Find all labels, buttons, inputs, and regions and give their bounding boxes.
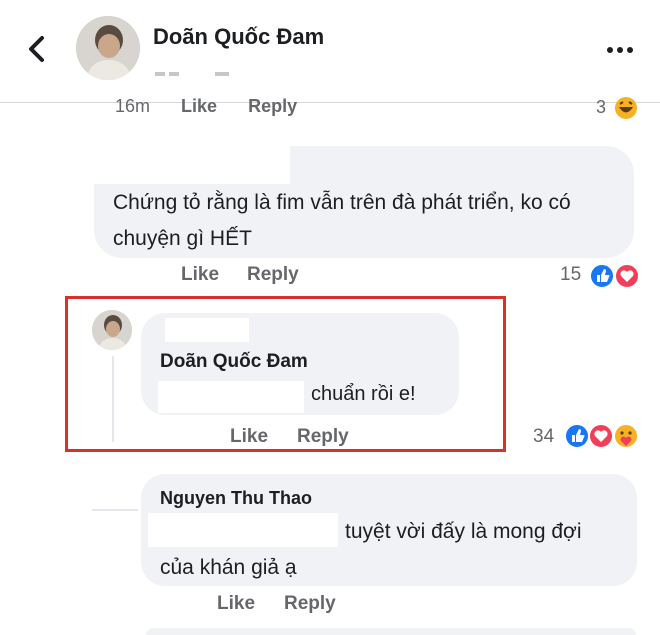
redaction xyxy=(92,144,290,184)
reply-button[interactable]: Reply xyxy=(284,593,336,615)
comment-text: Chứng tỏ rằng là fim vẫn trên đà phát tr… xyxy=(113,191,571,250)
reaction-icons[interactable] xyxy=(589,262,643,290)
thread-line xyxy=(92,509,138,511)
reaction-count[interactable]: 3 xyxy=(596,97,606,118)
like-button[interactable]: Like xyxy=(181,96,217,116)
comment-text-line: của khán giả ạ xyxy=(160,556,297,579)
status-line xyxy=(155,72,229,76)
reply-button[interactable]: Reply xyxy=(248,96,297,116)
chevron-left-icon[interactable] xyxy=(22,32,52,66)
comment-time: 16m xyxy=(115,96,151,116)
highlight-box xyxy=(65,296,506,452)
avatar[interactable] xyxy=(76,16,140,80)
like-button[interactable]: Like xyxy=(181,264,219,286)
love-icon xyxy=(588,423,614,449)
like-button[interactable]: Like xyxy=(217,593,255,615)
page-title[interactable]: Doãn Quốc Đam xyxy=(153,24,324,50)
comment-text: tuyệt vời đấy là mong đợi của khán giả ạ xyxy=(160,514,630,586)
comment-text-line: tuyệt vời đấy là mong đợi xyxy=(345,520,582,543)
like-icon xyxy=(564,423,590,449)
reaction-count[interactable]: 34 xyxy=(533,426,554,448)
comment-bubble[interactable] xyxy=(146,628,636,635)
comment-author[interactable]: Nguyen Thu Thao xyxy=(160,488,312,509)
like-icon xyxy=(589,263,615,289)
reply-button[interactable]: Reply xyxy=(247,264,299,286)
partial-comment-actions: 16m Like Reply xyxy=(115,96,323,117)
reaction-count[interactable]: 15 xyxy=(560,264,581,286)
love-icon xyxy=(614,263,640,289)
more-dots-icon[interactable] xyxy=(606,38,634,62)
haha-icon xyxy=(615,97,637,119)
reaction-icons[interactable] xyxy=(564,422,644,450)
care-icon xyxy=(613,423,639,449)
